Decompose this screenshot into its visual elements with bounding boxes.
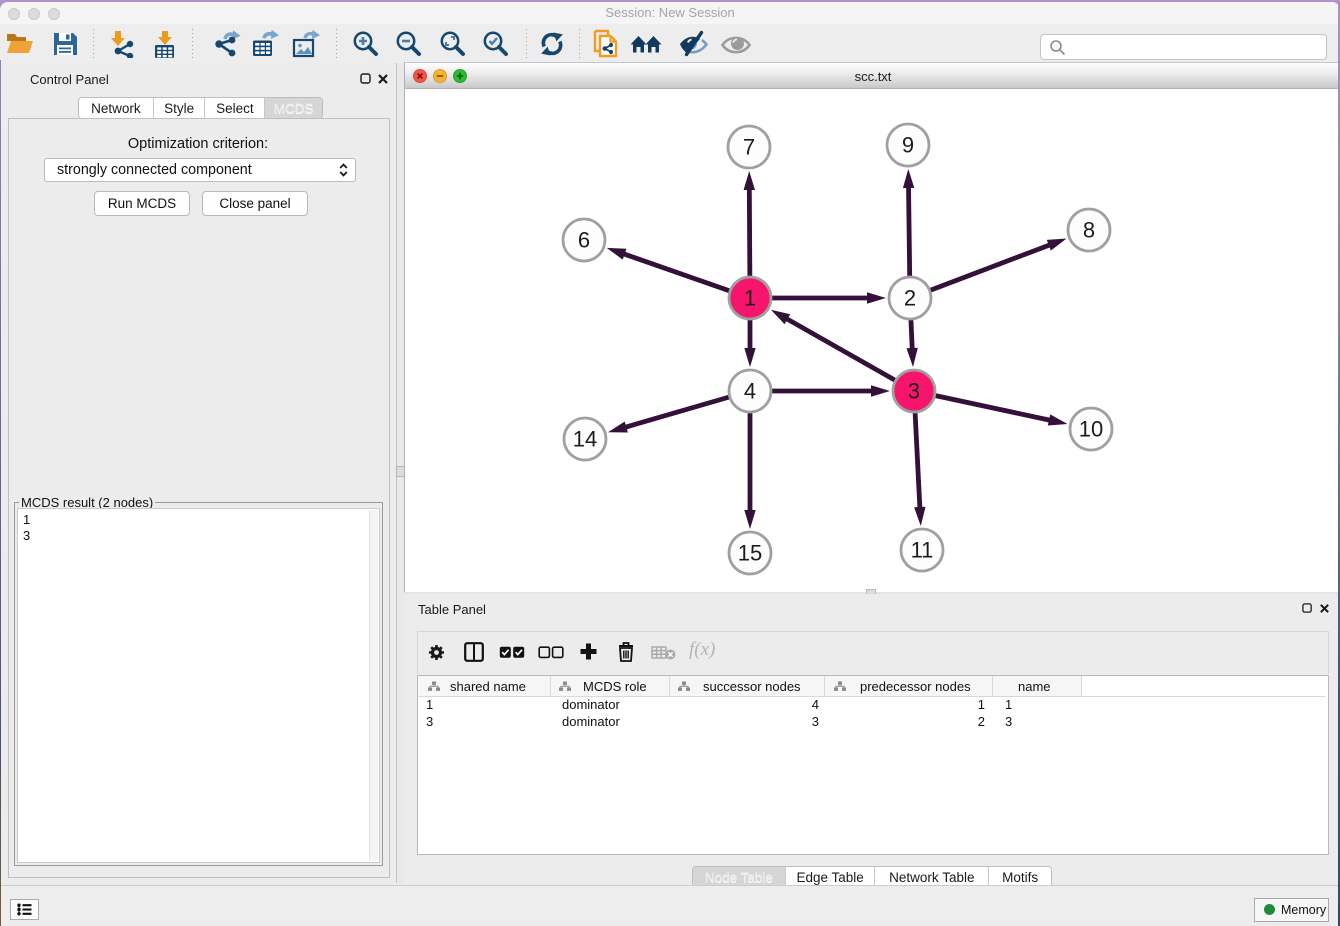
svg-text:2: 2 [904, 286, 916, 311]
svg-text:9: 9 [902, 133, 914, 158]
svg-text:7: 7 [743, 135, 755, 160]
svg-text:1: 1 [744, 286, 756, 311]
svg-text:6: 6 [578, 228, 590, 253]
svg-text:11: 11 [911, 538, 934, 563]
svg-text:3: 3 [908, 379, 920, 404]
svg-text:15: 15 [738, 541, 762, 566]
svg-text:14: 14 [573, 427, 597, 452]
svg-text:8: 8 [1083, 218, 1095, 243]
svg-text:10: 10 [1079, 417, 1103, 442]
svg-text:4: 4 [744, 379, 756, 404]
